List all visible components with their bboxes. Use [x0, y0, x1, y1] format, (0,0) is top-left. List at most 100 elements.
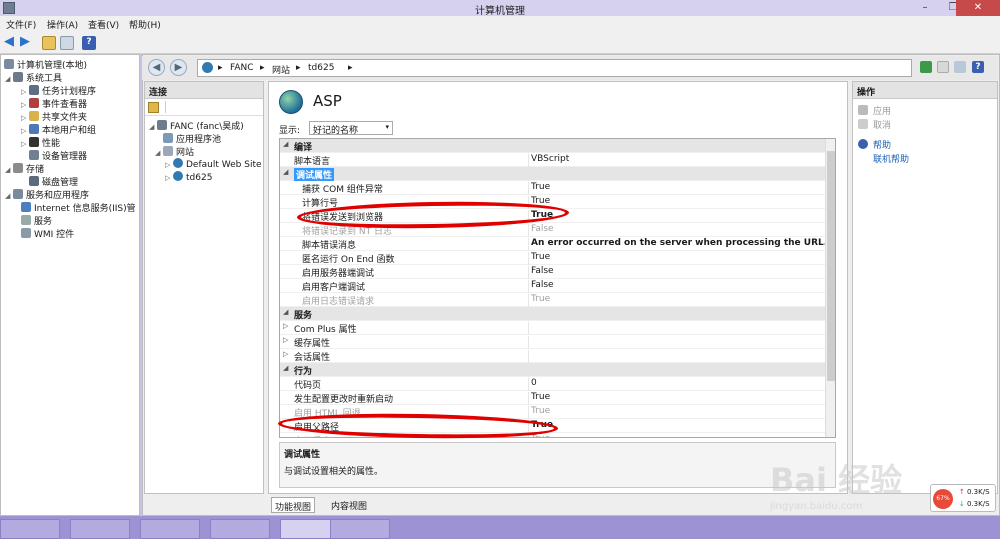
tree-system-tools[interactable]: ◢ 系统工具	[5, 71, 62, 84]
collapse-toggle-icon[interactable]: ◢	[283, 364, 288, 372]
property-name: 启用缓冲	[294, 434, 330, 437]
grid-row[interactable]: ◢ 服务	[280, 307, 826, 321]
tree-task-scheduler[interactable]: ▷ 任务计划程序	[21, 84, 96, 97]
taskbar-button[interactable]	[330, 519, 390, 539]
device-icon	[29, 150, 39, 160]
grid-row[interactable]: ▷ Com Plus 属性	[280, 321, 826, 335]
collapse-toggle-icon[interactable]: ◢	[283, 168, 288, 176]
minimize-button[interactable]: –	[912, 0, 938, 16]
grid-row[interactable]: ◢ 调试属性	[280, 167, 826, 181]
grid-row[interactable]: ▷ 缓存属性	[280, 335, 826, 349]
toolbar: ◀ ▶ ?	[0, 32, 1000, 54]
grid-row[interactable]: ◢ 编译	[280, 139, 826, 153]
conn-default-site[interactable]: ▷ Default Web Site	[165, 158, 262, 170]
property-value[interactable]: VBScript	[528, 154, 569, 167]
tree-root[interactable]: 计算机管理(本地)	[4, 58, 87, 71]
grid-row[interactable]: 匿名运行 On End 函数 True	[280, 251, 826, 265]
tree-storage[interactable]: ◢ 存储	[5, 162, 44, 175]
property-value[interactable]: True	[528, 406, 550, 419]
display-mode-select[interactable]: 好记的名称 ▾	[309, 121, 393, 136]
grid-row[interactable]: 启用日志错误请求 True	[280, 293, 826, 307]
breadcrumb-fanc[interactable]: FANC	[230, 63, 254, 73]
property-name: 发生配置更改时重新启动	[294, 395, 394, 405]
help-icon[interactable]: ?	[972, 61, 984, 73]
property-value[interactable]: 0	[528, 378, 537, 391]
property-value[interactable]: False	[528, 224, 554, 237]
property-name: 匿名运行 On End 函数	[302, 255, 395, 265]
property-value[interactable]: An error occurred on the server when pro…	[528, 238, 835, 251]
breadcrumb-sites[interactable]: 网站	[272, 63, 290, 76]
folder-up-icon[interactable]	[42, 36, 56, 50]
forward-button[interactable]: ▶	[170, 59, 187, 76]
event-icon	[29, 98, 39, 108]
menu-help[interactable]: 帮助(H)	[129, 18, 161, 31]
menu-file[interactable]: 文件(F)	[6, 18, 36, 31]
grid-scrollbar[interactable]	[825, 139, 835, 437]
grid-row[interactable]: 代码页 0	[280, 377, 826, 391]
tree-wmi[interactable]: WMI 控件	[21, 227, 74, 240]
breadcrumb[interactable]: ▸ FANC ▸ 网站 ▸ td625 ▸	[197, 59, 912, 77]
conn-app-pools[interactable]: 应用程序池	[163, 132, 221, 145]
taskbar-button[interactable]	[210, 519, 270, 539]
tree-event-viewer[interactable]: ▷ 事件查看器	[21, 97, 87, 110]
property-value[interactable]: True	[528, 252, 550, 265]
menu-action[interactable]: 操作(A)	[47, 18, 78, 31]
scrollbar-thumb[interactable]	[827, 151, 835, 381]
tree-services-apps[interactable]: ◢ 服务和应用程序	[5, 188, 89, 201]
property-value[interactable]: False	[528, 266, 554, 279]
taskbar-button[interactable]	[70, 519, 130, 539]
collapse-toggle-icon[interactable]: ◢	[283, 308, 288, 316]
tab-features-view[interactable]: 功能视图	[271, 497, 316, 513]
property-value[interactable]: True	[528, 294, 550, 307]
help-action[interactable]: 帮助	[873, 138, 891, 151]
property-value[interactable]: False	[528, 280, 554, 293]
grid-row[interactable]: ▷ 会话属性	[280, 349, 826, 363]
property-name: 服务	[294, 311, 313, 321]
close-button[interactable]: ✕	[956, 0, 1000, 16]
tree-local-users[interactable]: ▷ 本地用户和组	[21, 123, 96, 136]
taskbar-button[interactable]	[140, 519, 200, 539]
apply-action[interactable]: 应用	[873, 104, 891, 117]
back-arrow-icon[interactable]: ◀	[4, 35, 18, 50]
chevron-down-icon: ▾	[385, 123, 389, 131]
show-tree-icon[interactable]	[60, 36, 74, 50]
conn-td625[interactable]: ▷ td625	[165, 171, 212, 183]
grid-row[interactable]: 脚本错误消息 An error occurred on the server wh…	[280, 237, 835, 251]
cancel-action[interactable]: 取消	[873, 118, 891, 131]
back-button[interactable]: ◀	[148, 59, 165, 76]
conn-sites[interactable]: ◢ 网站	[155, 145, 194, 158]
grid-row[interactable]: 发生配置更改时重新启动 True	[280, 391, 826, 405]
tree-performance[interactable]: ▷ 性能	[21, 136, 60, 149]
grid-row[interactable]: 启用客户端调试 False	[280, 279, 826, 293]
spacer[interactable]: ▷	[283, 322, 288, 330]
spacer[interactable]: ▷	[283, 336, 288, 344]
conn-server[interactable]: ◢ FANC (fanc\昊成)	[149, 119, 244, 132]
connections-pane: 连接 ◢ FANC (fanc\昊成) 应用程序池 ◢ 网站 ▷ Default We…	[144, 81, 264, 494]
home-icon[interactable]	[954, 61, 966, 73]
tree-disk-management[interactable]: 磁盘管理	[29, 175, 78, 188]
view-tabs: 功能视图 内容视图	[268, 496, 848, 514]
menu-view[interactable]: 查看(V)	[88, 18, 119, 31]
tree-shared-folders[interactable]: ▷ 共享文件夹	[21, 110, 87, 123]
property-name: 脚本错误消息	[302, 241, 357, 251]
online-help-action[interactable]: 联机帮助	[873, 152, 909, 165]
tab-content-view[interactable]: 内容视图	[328, 497, 370, 513]
breadcrumb-site[interactable]: td625	[308, 63, 334, 73]
forward-arrow-icon[interactable]: ▶	[20, 35, 34, 50]
tree-services[interactable]: 服务	[21, 214, 52, 227]
grid-row[interactable]: ◢ 行为	[280, 363, 826, 377]
stop-icon[interactable]	[937, 61, 949, 73]
tree-device-manager[interactable]: 设备管理器	[29, 149, 87, 162]
collapse-toggle-icon[interactable]: ◢	[283, 140, 288, 148]
property-value[interactable]: True	[528, 392, 550, 405]
taskbar-button[interactable]	[0, 519, 60, 539]
tree-iis[interactable]: Internet 信息服务(IIS)管	[21, 201, 136, 214]
refresh-icon[interactable]	[920, 61, 932, 73]
help-icon[interactable]: ?	[82, 36, 96, 50]
spacer[interactable]: ▷	[283, 350, 288, 358]
grid-row[interactable]: 启用服务器端调试 False	[280, 265, 826, 279]
connect-icon[interactable]	[148, 102, 159, 113]
property-value[interactable]: True	[528, 182, 550, 195]
grid-row[interactable]: 捕获 COM 组件异常 True	[280, 181, 826, 195]
grid-row[interactable]: 脚本语言 VBScript	[280, 153, 826, 167]
